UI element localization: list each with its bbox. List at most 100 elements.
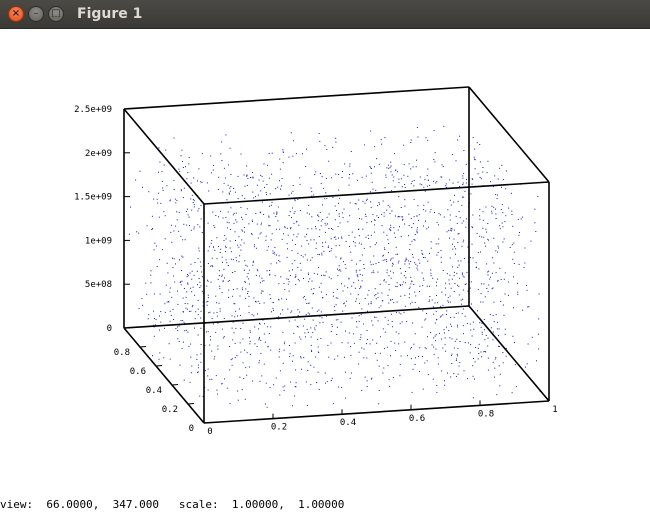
data-point	[366, 199, 367, 201]
data-point	[374, 146, 376, 148]
data-point	[190, 287, 192, 289]
data-point	[261, 176, 263, 178]
data-point	[499, 228, 501, 230]
data-point	[438, 238, 440, 240]
data-point	[463, 239, 465, 241]
close-button[interactable]: ×	[8, 6, 24, 22]
data-point	[266, 406, 268, 408]
data-point	[270, 349, 272, 351]
data-point	[487, 357, 489, 359]
data-point	[260, 224, 262, 226]
data-point	[216, 315, 218, 317]
data-point	[370, 378, 372, 380]
data-point	[159, 293, 161, 295]
data-point	[190, 356, 192, 358]
data-point	[459, 362, 461, 363]
data-point	[395, 169, 397, 171]
minimize-button[interactable]: –	[28, 6, 44, 22]
data-point	[221, 141, 223, 143]
data-point	[226, 221, 228, 223]
data-point	[416, 159, 417, 161]
data-point	[306, 259, 308, 261]
data-point	[200, 361, 202, 363]
data-point	[450, 229, 452, 231]
data-point	[502, 241, 504, 243]
data-point	[252, 380, 254, 382]
data-point	[359, 269, 361, 271]
data-point	[337, 297, 339, 299]
data-point	[229, 190, 231, 192]
data-point	[352, 173, 354, 175]
data-point	[280, 276, 282, 278]
data-point	[400, 178, 402, 180]
data-point	[462, 298, 464, 300]
data-point	[448, 279, 450, 281]
data-point	[452, 248, 454, 250]
data-point	[456, 324, 458, 326]
data-point	[246, 165, 248, 167]
data-point	[458, 365, 460, 367]
data-point	[348, 332, 350, 334]
data-point	[321, 252, 323, 254]
data-point	[317, 214, 319, 216]
data-point	[169, 200, 171, 202]
data-point	[237, 390, 239, 392]
data-point	[361, 389, 363, 391]
data-point	[488, 270, 490, 272]
data-point	[283, 389, 285, 391]
scale-label: scale:	[178, 498, 219, 511]
data-point	[385, 174, 387, 176]
data-point	[247, 293, 248, 295]
data-point	[502, 179, 504, 180]
data-point	[259, 336, 260, 338]
data-point	[438, 332, 440, 334]
data-point	[161, 249, 163, 251]
data-point	[268, 177, 270, 179]
data-point	[370, 201, 372, 203]
data-point	[454, 246, 455, 248]
data-point	[451, 338, 453, 340]
data-point	[253, 246, 255, 248]
data-point	[444, 344, 446, 346]
data-point	[242, 218, 244, 220]
data-point	[400, 295, 402, 297]
data-point	[474, 168, 476, 170]
data-point	[448, 283, 450, 285]
data-point	[445, 326, 447, 328]
data-point	[251, 314, 253, 316]
data-point	[319, 322, 321, 324]
data-point	[371, 377, 373, 379]
data-point	[469, 287, 471, 289]
data-point	[480, 178, 482, 180]
data-point	[398, 178, 400, 180]
data-point	[236, 260, 238, 262]
data-point	[284, 289, 286, 291]
data-point	[271, 233, 273, 235]
data-point	[142, 304, 144, 306]
data-point	[278, 259, 280, 261]
data-point	[166, 185, 168, 187]
data-point	[354, 245, 356, 247]
data-point	[319, 140, 321, 142]
data-point	[227, 184, 229, 186]
figure-window: × – □ Figure 1 0 0.2 0.4 0.6 0.8 1 0 0.2 0.4 0.6 0…	[0, 0, 650, 513]
data-point	[326, 149, 328, 150]
data-point	[285, 298, 287, 300]
data-point	[531, 336, 533, 338]
data-point	[512, 225, 514, 227]
box-edge	[203, 400, 550, 424]
data-point	[457, 139, 459, 141]
data-point	[177, 338, 179, 340]
axis-ticks	[124, 108, 550, 424]
title-bar[interactable]: × – □ Figure 1	[0, 0, 650, 29]
data-point	[281, 185, 282, 187]
maximize-button[interactable]: □	[48, 6, 64, 22]
scatter-3d-plot[interactable]: 0 0.2 0.4 0.6 0.8 100.20.40.60.805e+081e+091.…	[0, 29, 650, 495]
data-point	[311, 307, 313, 309]
data-point	[334, 219, 336, 221]
data-point	[244, 260, 246, 262]
data-point	[225, 216, 227, 218]
data-point	[487, 160, 489, 162]
plot-canvas[interactable]: 0 0.2 0.4 0.6 0.8 1 0 0.2 0.4 0.6 0.8 0 5e+08 1e+09 1.…	[0, 29, 650, 495]
data-point	[269, 193, 271, 195]
